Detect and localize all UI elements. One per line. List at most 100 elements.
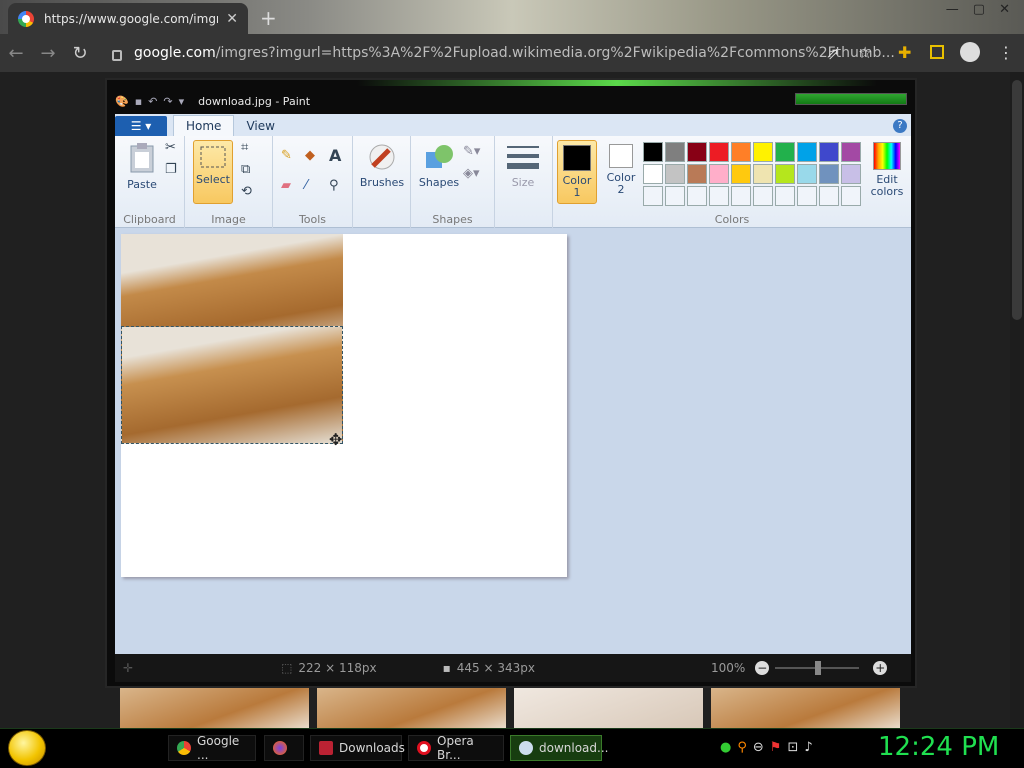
magnifier-icon[interactable]: ⚲ xyxy=(329,178,339,193)
taskbar-item-paint[interactable]: download... xyxy=(510,735,608,761)
paint-app-icon[interactable]: 🎨 xyxy=(115,95,129,108)
palette-swatch[interactable] xyxy=(643,186,663,206)
tab-close-icon[interactable]: ✕ xyxy=(226,11,238,27)
paint-window-controls[interactable] xyxy=(795,93,907,105)
new-tab-button[interactable]: + xyxy=(260,6,277,30)
outline-icon[interactable]: ✎▾ xyxy=(463,144,480,159)
save-icon[interactable]: ▪ xyxy=(135,95,142,108)
side-panel-icon[interactable] xyxy=(930,45,944,59)
result-thumbnail[interactable] xyxy=(317,688,506,728)
taskbar-item-downloads[interactable]: Downloads xyxy=(310,735,405,761)
palette-swatch[interactable] xyxy=(643,164,663,184)
palette-swatch[interactable] xyxy=(665,164,685,184)
edit-colors-button[interactable]: Edit colors xyxy=(867,142,907,198)
zoom-slider[interactable] xyxy=(775,661,860,675)
address-bar[interactable]: google.com /imgres?imgurl=https%3A%2F%2F… xyxy=(112,40,922,66)
palette-swatch[interactable] xyxy=(819,164,839,184)
redo-icon[interactable]: ↷ xyxy=(163,95,172,108)
shapes-button[interactable]: Shapes xyxy=(417,142,461,189)
palette-swatch[interactable] xyxy=(841,186,861,206)
taskbar-item-chrome[interactable]: Google ... xyxy=(168,734,256,762)
zoom-in-icon[interactable]: + xyxy=(873,661,888,675)
palette-swatch[interactable] xyxy=(709,186,729,206)
rotate-icon[interactable]: ⟲ xyxy=(241,184,252,199)
undo-icon[interactable]: ↶ xyxy=(148,95,157,108)
palette-swatch[interactable] xyxy=(819,142,839,162)
palette-swatch[interactable] xyxy=(731,142,751,162)
result-thumbnail[interactable] xyxy=(120,688,309,728)
palette-swatch[interactable] xyxy=(753,186,773,206)
cat-image-selection[interactable] xyxy=(121,326,343,444)
extensions-icon[interactable]: ✚ xyxy=(898,43,911,62)
fill-bucket-icon[interactable]: ◆ xyxy=(305,148,315,163)
palette-swatch[interactable] xyxy=(775,142,795,162)
status-icon[interactable]: ⊖ xyxy=(753,740,764,755)
start-smiley-icon[interactable] xyxy=(8,730,46,766)
scrollbar-thumb[interactable] xyxy=(1012,80,1022,320)
browser-tab[interactable]: https://www.google.com/imgres ✕ xyxy=(8,3,248,34)
result-thumbnail[interactable] xyxy=(711,688,900,728)
palette-swatch[interactable] xyxy=(753,142,773,162)
flag-icon[interactable]: ⚑ xyxy=(770,740,782,755)
palette-swatch[interactable] xyxy=(687,186,707,206)
palette-swatch[interactable] xyxy=(797,164,817,184)
bookmark-star-icon[interactable]: ☆ xyxy=(858,43,872,62)
color-picker-icon[interactable]: ⁄ xyxy=(305,178,307,193)
brushes-button[interactable]: Brushes xyxy=(359,142,405,189)
customize-qat-icon[interactable]: ▾ xyxy=(179,95,185,108)
palette-swatch[interactable] xyxy=(797,142,817,162)
tab-view[interactable]: View xyxy=(234,116,286,136)
reload-icon[interactable]: ↻ xyxy=(64,43,96,64)
minimize-button[interactable]: — xyxy=(946,2,959,17)
palette-swatch[interactable] xyxy=(709,142,729,162)
fill-icon[interactable]: ◈▾ xyxy=(463,166,480,181)
palette-swatch[interactable] xyxy=(731,186,751,206)
search-icon[interactable]: ⚲ xyxy=(737,740,747,755)
palette-swatch[interactable] xyxy=(753,164,773,184)
taskbar-item-opera[interactable]: Opera Br... xyxy=(408,734,504,762)
tab-home[interactable]: Home xyxy=(173,115,235,136)
palette-swatch[interactable] xyxy=(665,142,685,162)
crop-icon[interactable]: ⌗ xyxy=(241,140,248,155)
menu-dots-icon[interactable]: ⋮ xyxy=(998,43,1014,62)
copy-icon[interactable]: ❐ xyxy=(165,162,177,177)
palette-swatch[interactable] xyxy=(731,164,751,184)
eraser-icon[interactable]: ▰ xyxy=(281,178,291,193)
color2-button[interactable]: Color 2 xyxy=(601,144,641,196)
palette-swatch[interactable] xyxy=(709,164,729,184)
cut-icon[interactable]: ✂ xyxy=(165,140,176,155)
volume-icon[interactable]: ♪ xyxy=(804,740,812,755)
network-icon[interactable]: ⊡ xyxy=(787,740,798,755)
palette-swatch[interactable] xyxy=(643,142,663,162)
palette-swatch[interactable] xyxy=(775,164,795,184)
colors-label: Colors xyxy=(714,213,750,226)
size-button[interactable]: Size xyxy=(503,142,543,189)
palette-swatch[interactable] xyxy=(841,142,861,162)
profile-avatar-icon[interactable] xyxy=(960,42,980,62)
forward-arrow-icon[interactable]: → xyxy=(32,43,64,64)
palette-swatch[interactable] xyxy=(687,164,707,184)
pencil-icon[interactable]: ✎ xyxy=(281,148,292,163)
resize-icon[interactable]: ⧉ xyxy=(241,162,250,177)
palette-swatch[interactable] xyxy=(687,142,707,162)
palette-swatch[interactable] xyxy=(775,186,795,206)
palette-swatch[interactable] xyxy=(819,186,839,206)
back-arrow-icon[interactable]: ← xyxy=(0,43,32,64)
opera-icon xyxy=(417,741,431,755)
palette-swatch[interactable] xyxy=(841,164,861,184)
close-window-button[interactable]: ✕ xyxy=(999,2,1010,17)
text-tool-icon[interactable]: A xyxy=(329,146,341,165)
paste-button[interactable]: Paste xyxy=(123,142,161,191)
share-icon[interactable]: ⇗ xyxy=(826,44,839,63)
file-menu-button[interactable]: ☰ ▾ xyxy=(115,116,167,136)
help-icon[interactable]: ? xyxy=(893,119,907,133)
maximize-button[interactable]: ▢ xyxy=(973,2,985,17)
palette-swatch[interactable] xyxy=(797,186,817,206)
taskbar-item-firefox[interactable] xyxy=(264,735,304,761)
select-button[interactable]: Select xyxy=(193,140,233,204)
network-globe-icon[interactable]: ● xyxy=(720,740,731,755)
result-thumbnail[interactable] xyxy=(514,688,703,728)
color1-button[interactable]: Color 1 xyxy=(557,140,597,204)
palette-swatch[interactable] xyxy=(665,186,685,206)
zoom-out-icon[interactable]: − xyxy=(755,661,770,675)
